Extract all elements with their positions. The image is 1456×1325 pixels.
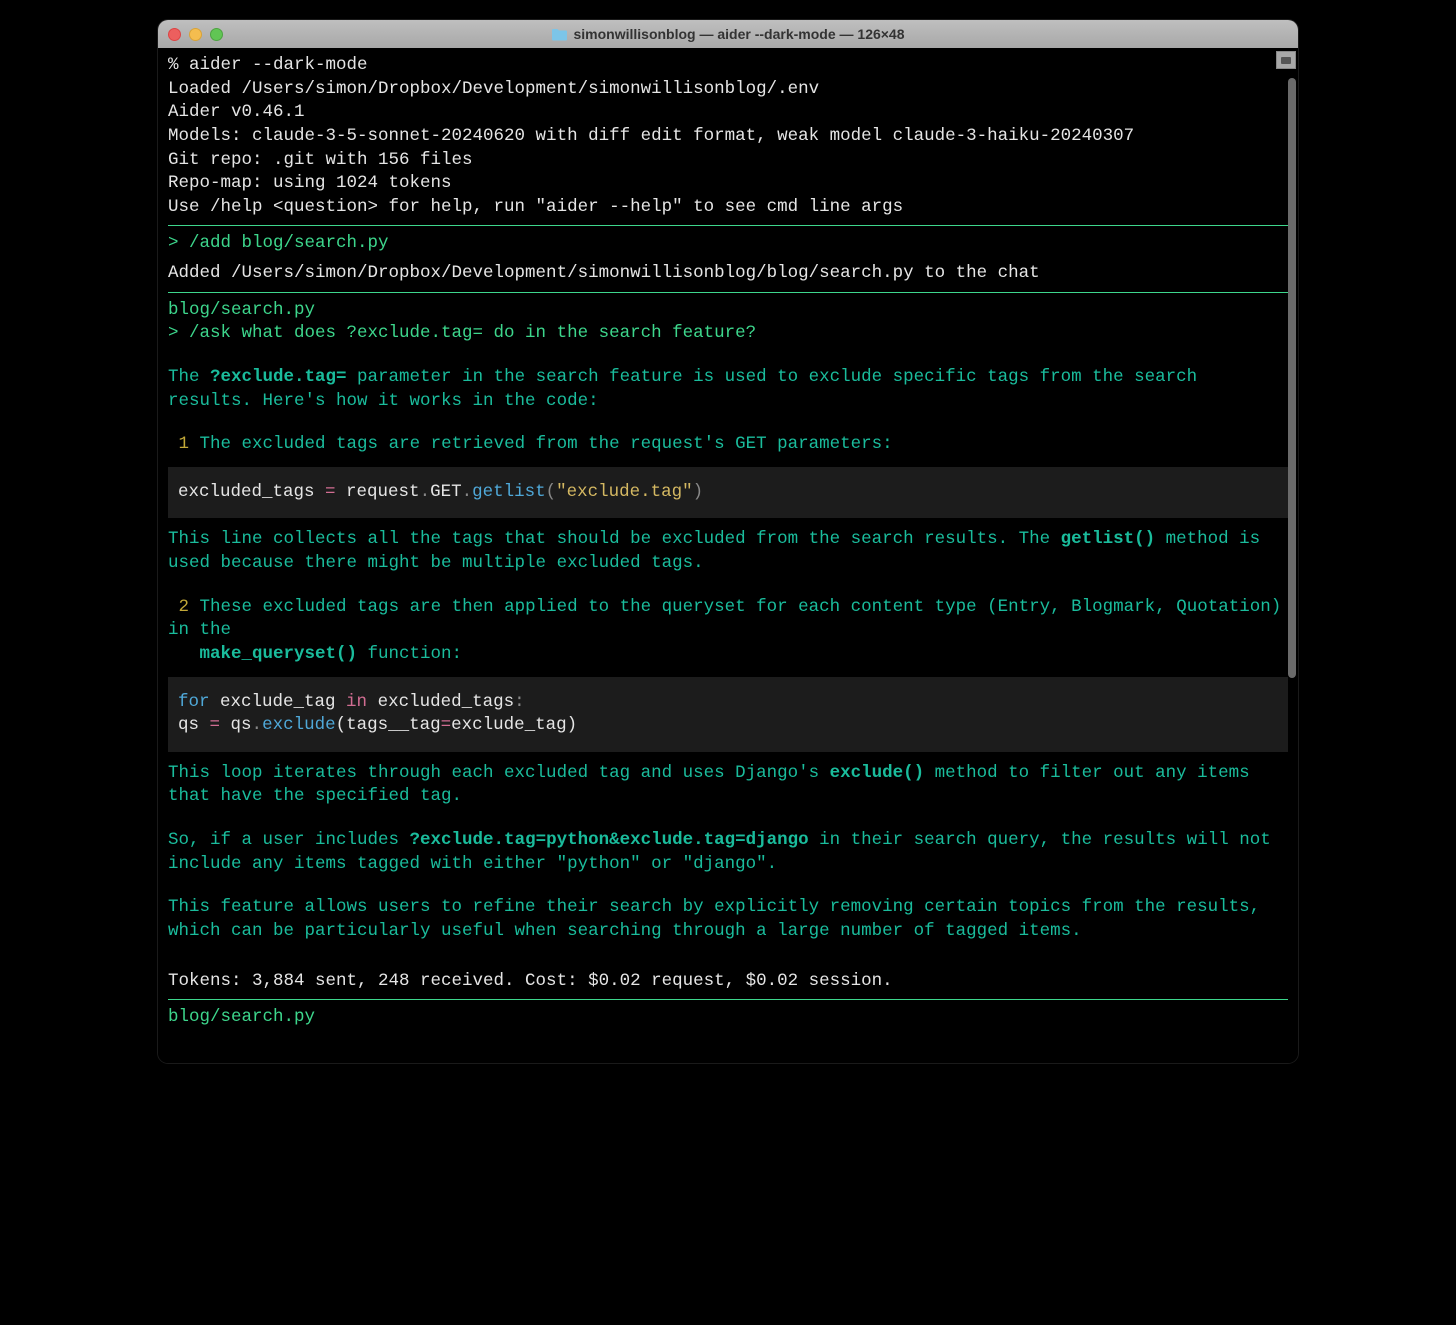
close-button[interactable]: [168, 28, 181, 41]
file-context-2: blog/search.py: [168, 1006, 1288, 1030]
startup-repomap: Repo-map: using 1024 tokens: [168, 172, 1288, 196]
terminal-body[interactable]: % aider --dark-mode Loaded /Users/simon/…: [158, 48, 1298, 1063]
step-number: 2: [179, 597, 190, 617]
answer-para-4: So, if a user includes ?exclude.tag=pyth…: [168, 829, 1288, 876]
add-command: > /add blog/search.py: [168, 232, 1288, 256]
file-context: blog/search.py: [168, 299, 1288, 323]
divider: [168, 292, 1288, 293]
startup-version: Aider v0.46.1: [168, 101, 1288, 125]
code-block-2: for exclude_tag in excluded_tags: qs = q…: [168, 677, 1288, 752]
method-highlight: make_queryset(): [200, 644, 358, 664]
traffic-lights: [168, 28, 223, 41]
window-title-text: simonwillisonblog — aider --dark-mode — …: [573, 26, 904, 42]
code-block-1: excluded_tags = request.GET.getlist("exc…: [168, 467, 1288, 519]
titlebar[interactable]: simonwillisonblog — aider --dark-mode — …: [158, 20, 1298, 48]
answer-para-5: This feature allows users to refine thei…: [168, 896, 1288, 943]
method-highlight: getlist(): [1061, 529, 1156, 549]
scrollbar[interactable]: [1288, 78, 1296, 678]
method-highlight: exclude(): [830, 763, 925, 783]
folder-icon: [551, 28, 567, 41]
maximize-button[interactable]: [210, 28, 223, 41]
ask-command: > /ask what does ?exclude.tag= do in the…: [168, 322, 1288, 346]
startup-help: Use /help <question> for help, run "aide…: [168, 196, 1288, 220]
terminal-window: simonwillisonblog — aider --dark-mode — …: [158, 20, 1298, 1063]
scroll-lock-icon[interactable]: [1276, 51, 1296, 69]
answer-intro: The ?exclude.tag= parameter in the searc…: [168, 366, 1288, 413]
answer-para-2: This line collects all the tags that sho…: [168, 528, 1288, 575]
startup-loaded: Loaded /Users/simon/Dropbox/Development/…: [168, 78, 1288, 102]
startup-repo: Git repo: .git with 156 files: [168, 149, 1288, 173]
divider: [168, 999, 1288, 1000]
param-highlight: ?exclude.tag=: [210, 367, 347, 387]
answer-step-1: 1 The excluded tags are retrieved from t…: [168, 433, 1288, 457]
param-highlight: ?exclude.tag=python&exclude.tag=django: [410, 830, 809, 850]
window-title: simonwillisonblog — aider --dark-mode — …: [551, 26, 904, 42]
answer-para-3: This loop iterates through each excluded…: [168, 762, 1288, 809]
startup-cmd: % aider --dark-mode: [168, 54, 1288, 78]
answer-step-2: 2 These excluded tags are then applied t…: [168, 596, 1288, 667]
startup-models: Models: claude-3-5-sonnet-20240620 with …: [168, 125, 1288, 149]
step-number: 1: [179, 434, 190, 454]
tokens-line: Tokens: 3,884 sent, 248 received. Cost: …: [168, 970, 1288, 994]
add-result: Added /Users/simon/Dropbox/Development/s…: [168, 262, 1288, 286]
divider: [168, 225, 1288, 226]
minimize-button[interactable]: [189, 28, 202, 41]
